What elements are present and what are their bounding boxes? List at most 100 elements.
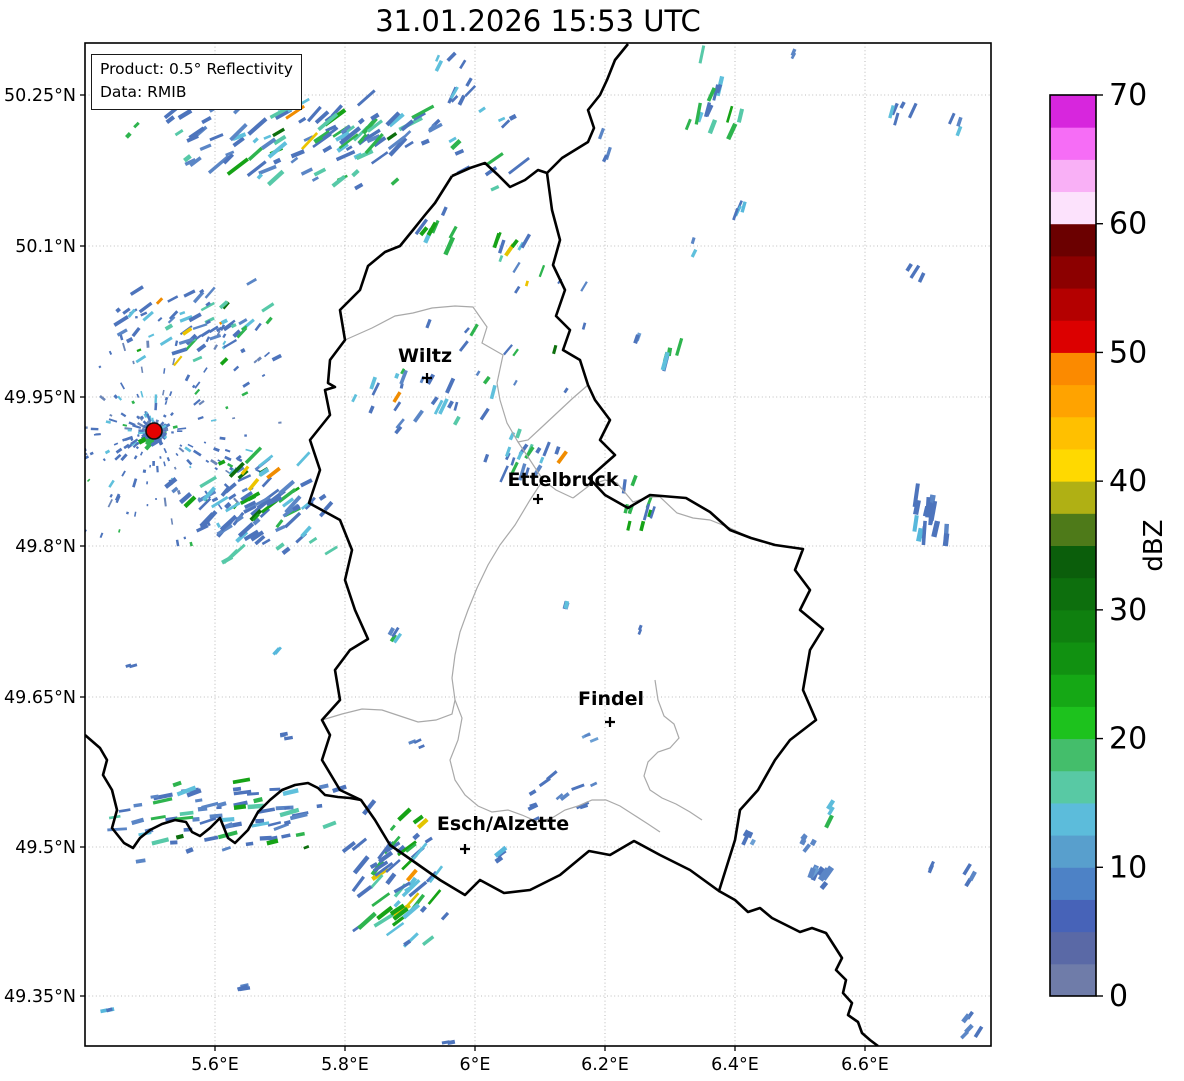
radar-echo [400, 119, 414, 132]
radar-echo [357, 117, 365, 125]
radar-echo [131, 326, 141, 338]
radar-echo [138, 301, 153, 314]
radar-echo [138, 429, 144, 432]
radar-echo [528, 789, 537, 797]
radar-echo [799, 834, 808, 846]
city-marker-ettelbruck [533, 494, 543, 504]
y-tick-label: 49.95°N [4, 388, 76, 408]
colorbar-segment [1050, 770, 1096, 804]
radar-echo [352, 855, 370, 875]
colorbar-segment [1050, 738, 1096, 772]
colorbar-segment [1050, 223, 1096, 257]
radar-echo [725, 105, 734, 123]
radar-echo [356, 89, 376, 107]
colorbar-segment [1050, 126, 1096, 160]
radar-echo [167, 295, 179, 303]
radar-echo [955, 125, 963, 137]
radar-echo [469, 323, 479, 337]
radar-echo [199, 475, 217, 489]
radar-echo [164, 477, 178, 489]
radar-echo [142, 310, 154, 322]
radar-echo [133, 121, 140, 129]
radar-echo [907, 102, 918, 119]
radar-echo [57, 346, 61, 350]
radar-echo [133, 455, 138, 460]
radar-echo [115, 447, 123, 454]
radar-echo [394, 372, 400, 379]
radar-echo [247, 477, 260, 492]
city-label-esch-alzette: Esch/Alzette [437, 813, 569, 835]
radar-echo [163, 368, 166, 374]
radar-echo [298, 116, 307, 124]
colorbar-segment [1050, 577, 1096, 611]
radar-echo [174, 340, 179, 347]
radar-echo [253, 796, 263, 804]
radar-echo [216, 806, 222, 810]
radar-echo [119, 382, 125, 390]
colorbar-segment [1050, 158, 1096, 193]
radar-echo [115, 307, 121, 314]
radar-echo [203, 441, 207, 444]
radar-echo [419, 375, 426, 384]
radar-echo [169, 391, 173, 397]
radar-echo [684, 118, 692, 131]
radar-site-marker [145, 422, 163, 440]
city-label-findel: Findel [578, 688, 644, 710]
radar-echo [79, 435, 85, 438]
radar-echo [222, 333, 227, 339]
radar-echo [224, 448, 231, 453]
radar-echo [457, 94, 466, 106]
radar-echo [174, 128, 184, 137]
colorbar-tick-label: 30 [1109, 593, 1147, 628]
radar-echo [159, 456, 162, 459]
radar-echo [440, 911, 450, 921]
colorbar-tick-label: 0 [1109, 979, 1128, 1014]
radar-echo [200, 329, 211, 338]
radar-echo [129, 285, 144, 296]
y-tick-label: 49.65°N [4, 688, 76, 708]
colorbar-segment [1050, 191, 1096, 225]
radar-echo [542, 441, 551, 457]
radar-echo [357, 911, 377, 930]
radar-echo [281, 546, 291, 555]
radar-echo [132, 478, 138, 488]
radar-echo [589, 781, 598, 788]
radar-echo [244, 446, 263, 465]
radar-echo [389, 824, 396, 832]
radar-echo [392, 391, 402, 403]
radar-echo [90, 427, 99, 431]
colorbar-segment [1050, 94, 1096, 128]
radar-echo [105, 1007, 113, 1013]
colorbar-segment [1050, 480, 1096, 514]
radar-echo [942, 533, 950, 547]
radar-echo [154, 394, 158, 403]
radar-echo [290, 156, 299, 164]
radar-echo [136, 393, 140, 398]
radar-echo [960, 1030, 970, 1040]
radar-echo [175, 833, 184, 840]
radar-site-layer [145, 422, 163, 440]
radar-echo [265, 316, 273, 325]
radar-echo [47, 466, 55, 471]
radar-echo [597, 127, 605, 140]
radar-echo [135, 354, 147, 364]
radar-echo [412, 832, 421, 841]
radar-echo [135, 446, 139, 450]
radar-echo [279, 731, 288, 737]
radar-echo [163, 497, 167, 507]
radar-echo [201, 801, 219, 810]
axes-layer: 5.6°E 5.8°E 6°E 6.2°E 6.4°E 6.6°E 50.25°N 50.1°… [4, 42, 992, 1075]
radar-echo [393, 401, 402, 412]
y-tick-label: 49.8°N [15, 537, 76, 557]
radar-echo [445, 377, 456, 394]
radar-echo [176, 489, 181, 495]
radar-echo [207, 154, 230, 175]
radar-echo [637, 628, 643, 635]
radar-echo [241, 391, 249, 397]
radar-echo [356, 884, 373, 899]
radar-echo [170, 518, 174, 525]
radar-echo [497, 116, 506, 123]
radar-echo [425, 318, 432, 329]
radar-echo [142, 469, 147, 474]
radar-echo [99, 532, 104, 539]
